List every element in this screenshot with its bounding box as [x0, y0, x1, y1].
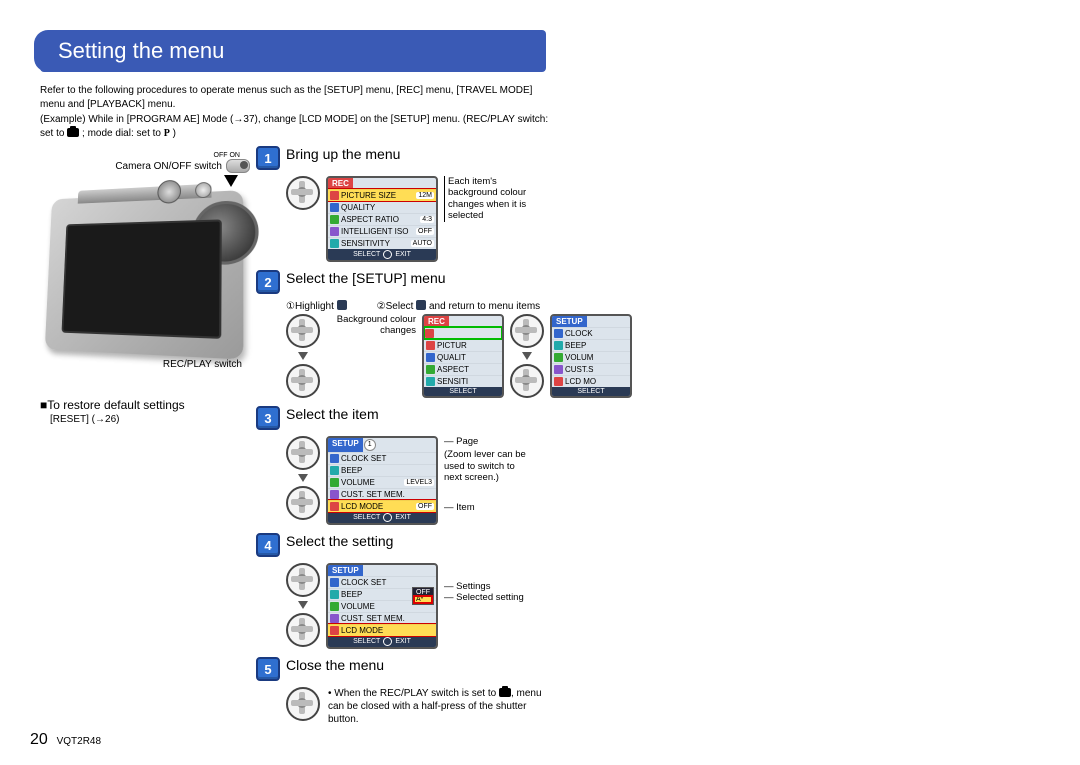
dpad-icon [286, 687, 320, 721]
off-on-label: OFF ON [40, 152, 240, 159]
annotation-zoom: (Zoom lever can be used to switch to nex… [444, 449, 534, 483]
lcd-screen-3: SETUP 1 CLOCK SET BEEP VOLUMELEVEL3 CUST… [326, 436, 438, 525]
step-1-number: 1 [256, 146, 280, 170]
dpad-icon [286, 563, 320, 597]
arrow-down-icon [298, 352, 308, 360]
camera-icon [499, 688, 511, 697]
step-4-title: Select the setting [286, 533, 393, 549]
camera-illustration [45, 190, 244, 359]
step-2-number: 2 [256, 270, 280, 294]
page-title: Setting the menu [40, 30, 546, 72]
restore-body: [RESET] (→26) [50, 414, 250, 425]
step-4-number: 4 [256, 533, 280, 557]
dpad-icon [286, 436, 320, 470]
steps-column: 1 Bring up the menu REC PICTURE SIZE12M … [250, 146, 1040, 726]
lcd-screen-1: REC PICTURE SIZE12M QUALITY ASPECT RATIO… [326, 176, 438, 262]
dpad-icon [510, 314, 544, 348]
page-number: 20 [30, 731, 48, 748]
annotation-item: Item [456, 502, 474, 513]
camera-icon [67, 128, 79, 137]
annotation-settings: Settings [456, 581, 490, 592]
camera-onoff-label: Camera ON/OFF switch [115, 161, 222, 172]
intro-text: Refer to the following procedures to ope… [40, 84, 560, 111]
arrow-down-icon [522, 352, 532, 360]
step-3-title: Select the item [286, 406, 379, 422]
step-2-substeps: ①Highlight ②Select and return to menu it… [286, 300, 1040, 312]
page-badge: 1 [364, 439, 376, 451]
dpad-icon [510, 364, 544, 398]
close-note: • When the REC/PLAY switch is set to , m… [328, 687, 548, 726]
setup-tab-icon [416, 300, 426, 310]
doc-code: VQT2R48 [57, 736, 101, 747]
lcd-screen-2a: REC PICTUR QUALIT ASPECT SENSITI SELECT [422, 314, 504, 398]
page-title-text: Setting the menu [58, 38, 224, 63]
camera-diagram-column: OFF ON Camera ON/OFF switch Mode dial Sh… [40, 146, 250, 726]
lcd-screen-4: SETUP CLOCK SET BEEP VOLUME CUST. SET ME… [326, 563, 438, 649]
annotation-selected: Selected setting [456, 592, 524, 603]
page-footer: 20 VQT2R48 [30, 731, 101, 749]
dpad-icon [286, 176, 320, 210]
lcd-screen-2b: SETUP CLOCK BEEP VOLUM CUST.S LCD MO SEL… [550, 314, 632, 398]
dpad-icon [286, 314, 320, 348]
step-2: 2 Select the [SETUP] menu [256, 270, 1040, 294]
dpad-icon [286, 364, 320, 398]
dpad-icon [286, 486, 320, 520]
annotation-bgchange2: Background colour changes [326, 314, 416, 337]
onoff-switch-icon [226, 159, 250, 173]
annotation-page: Page [456, 436, 478, 447]
step-2-title: Select the [SETUP] menu [286, 270, 446, 286]
step-1: 1 Bring up the menu [256, 146, 1040, 170]
step-5-title: Close the menu [286, 657, 384, 673]
recplay-switch-label: REC/PLAY switch [40, 359, 242, 370]
step-4: 4 Select the setting [256, 533, 1040, 557]
step-3: 3 Select the item [256, 406, 1040, 430]
restore-heading: ■To restore default settings [40, 398, 250, 412]
arrow-down-icon [298, 601, 308, 609]
example-text: (Example) While in [PROGRAM AE] Mode (→3… [40, 113, 560, 140]
dpad-icon [286, 613, 320, 647]
annotation-bgchange: Each item's background colour changes wh… [444, 176, 538, 222]
step-5-number: 5 [256, 657, 280, 681]
arrow-down-icon [298, 474, 308, 482]
step-1-title: Bring up the menu [286, 146, 400, 162]
p-mode-icon: P [164, 127, 170, 141]
step-3-number: 3 [256, 406, 280, 430]
step-5: 5 Close the menu [256, 657, 1040, 681]
setup-tab-icon [337, 300, 347, 310]
arrow-down-icon [224, 175, 238, 187]
